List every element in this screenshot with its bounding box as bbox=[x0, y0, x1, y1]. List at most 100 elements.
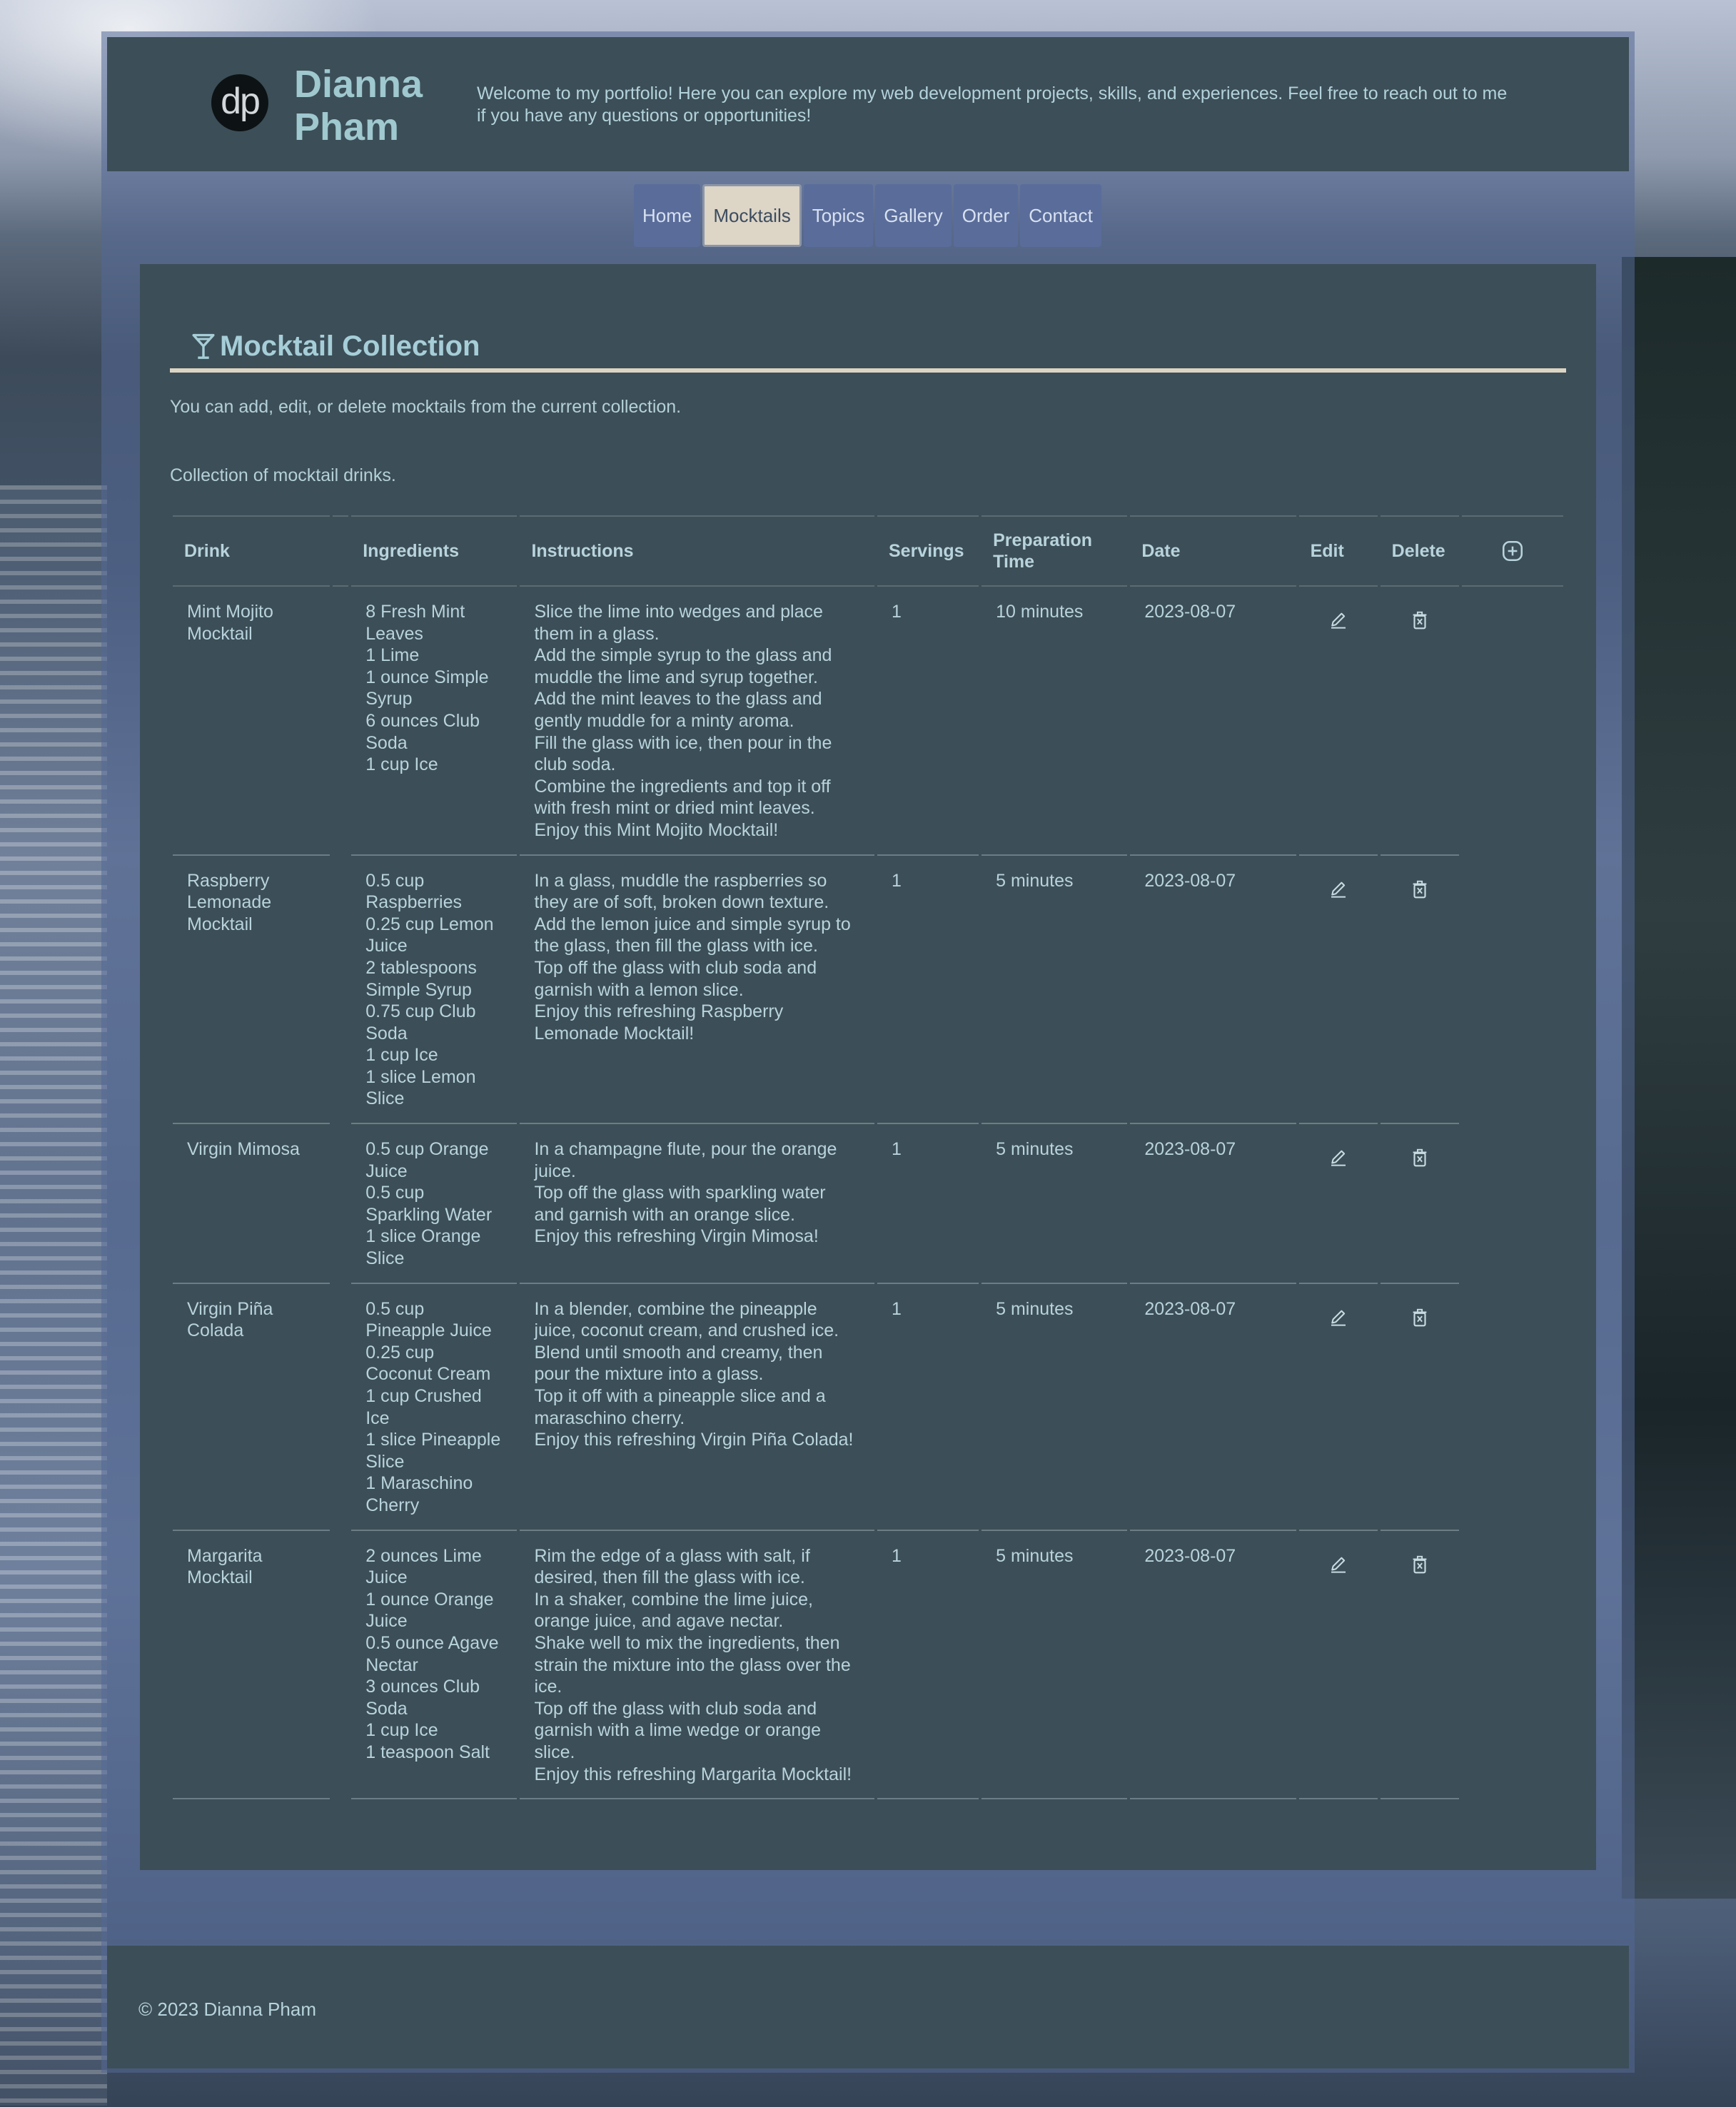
cell-servings: 1 bbox=[877, 1284, 979, 1531]
ingredient-item: 1 Maraschino Cherry bbox=[365, 1473, 473, 1515]
nav-mocktails[interactable]: Mocktails bbox=[702, 184, 802, 247]
trash-icon[interactable] bbox=[1409, 879, 1430, 900]
trash-icon[interactable] bbox=[1409, 1554, 1430, 1575]
ingredient-item: 1 cup Ice bbox=[365, 754, 438, 775]
ingredient-item: 1 cup Crushed Ice bbox=[365, 1386, 482, 1428]
table-header-row: Drink Ingredients Instructions Servings … bbox=[173, 515, 1563, 587]
ingredient-item: 1 cup Ice bbox=[365, 1720, 438, 1741]
cell-edit bbox=[1298, 1531, 1378, 1800]
cell-delete bbox=[1380, 1284, 1459, 1531]
cell-spacer bbox=[333, 1124, 348, 1284]
cocktail-glass-icon bbox=[192, 333, 215, 359]
instruction-step: In a glass, muddle the raspberries so th… bbox=[534, 870, 829, 913]
add-mocktail-button[interactable] bbox=[1500, 539, 1525, 563]
ingredient-item: 2 tablespoons Simple Syrup bbox=[365, 957, 477, 1000]
instruction-step: Slice the lime into wedges and place the… bbox=[534, 602, 823, 644]
nav-topics[interactable]: Topics bbox=[803, 184, 874, 247]
header-drink: Drink bbox=[173, 515, 330, 587]
cell-spacer bbox=[333, 856, 348, 1125]
trash-icon[interactable] bbox=[1409, 1147, 1430, 1168]
cell-blank bbox=[1462, 587, 1563, 856]
ingredient-item: 0.5 cup Sparkling Water bbox=[365, 1183, 493, 1225]
instruction-step: In a champagne flute, pour the orange ju… bbox=[534, 1139, 837, 1181]
instruction-step: Enjoy this refreshing Virgin Piña Colada… bbox=[534, 1430, 854, 1450]
cell-drink: Virgin Mimosa bbox=[173, 1124, 330, 1284]
table-body: Mint Mojito Mocktail 8 Fresh Mint Leaves 1… bbox=[173, 587, 1563, 1800]
instruction-step: Add the simple syrup to the glass and mu… bbox=[534, 645, 832, 687]
cell-instructions: In a blender, combine the pineapple juic… bbox=[520, 1284, 874, 1531]
table-row: Mint Mojito Mocktail 8 Fresh Mint Leaves 1… bbox=[173, 587, 1563, 856]
cell-edit bbox=[1298, 1284, 1378, 1531]
cell-date: 2023-08-07 bbox=[1130, 587, 1296, 856]
nav-contact[interactable]: Contact bbox=[1020, 184, 1101, 247]
header-ingredients: Ingredients bbox=[351, 515, 518, 587]
nav-gallery[interactable]: Gallery bbox=[875, 184, 952, 247]
ingredient-item: 6 ounces Club Soda bbox=[365, 710, 480, 753]
cell-instructions: Rim the edge of a glass with salt, if de… bbox=[520, 1531, 874, 1800]
ingredient-item: 1 ounce Simple Syrup bbox=[365, 667, 489, 709]
cell-edit bbox=[1298, 587, 1378, 856]
ingredient-item: 0.5 cup Raspberries bbox=[365, 870, 463, 913]
edit-icon[interactable] bbox=[1328, 1307, 1349, 1328]
cell-spacer bbox=[333, 1284, 348, 1531]
cell-ingredients: 0.5 cup Raspberries 0.25 cup Lemon Juice 2… bbox=[351, 856, 518, 1125]
edit-icon[interactable] bbox=[1328, 879, 1349, 900]
instruction-step: Shake well to mix the ingredients, then … bbox=[534, 1632, 851, 1697]
instruction-step: Add the lemon juice and simple syrup to … bbox=[534, 914, 851, 956]
background-water bbox=[0, 485, 107, 2106]
logo[interactable]: dp bbox=[211, 74, 268, 131]
cell-ingredients: 2 ounces Lime Juice 1 ounce Orange Juice 0… bbox=[351, 1531, 518, 1800]
ingredient-item: 8 Fresh Mint Leaves bbox=[365, 602, 465, 644]
instruction-step: Top off the glass with sparkling water a… bbox=[534, 1183, 826, 1225]
instruction-step: Top it off with a pineapple slice and a … bbox=[534, 1386, 826, 1428]
cell-ingredients: 0.5 cup Pineapple Juice 0.25 cup Coconut … bbox=[351, 1284, 518, 1531]
instruction-step: Add the mint leaves to the glass and gen… bbox=[534, 689, 822, 731]
cell-prep-time: 5 minutes bbox=[981, 1531, 1128, 1800]
cell-prep-time: 5 minutes bbox=[981, 1284, 1128, 1531]
ingredient-item: 1 slice Lemon Slice bbox=[365, 1066, 476, 1109]
ingredient-item: 2 ounces Lime Juice bbox=[365, 1545, 482, 1588]
cell-servings: 1 bbox=[877, 856, 979, 1125]
cell-drink: Virgin Piña Colada bbox=[173, 1284, 330, 1531]
ingredient-item: 0.5 cup Orange Juice bbox=[365, 1139, 489, 1181]
nav-home[interactable]: Home bbox=[634, 184, 701, 247]
instruction-step: Rim the edge of a glass with salt, if de… bbox=[534, 1545, 810, 1588]
instruction-step: In a blender, combine the pineapple juic… bbox=[534, 1298, 839, 1341]
edit-icon[interactable] bbox=[1328, 1147, 1349, 1168]
trash-icon[interactable] bbox=[1409, 1307, 1430, 1328]
header-instructions: Instructions bbox=[520, 515, 874, 587]
header-edit: Edit bbox=[1298, 515, 1378, 587]
trash-icon[interactable] bbox=[1409, 610, 1430, 631]
cell-servings: 1 bbox=[877, 587, 979, 856]
ingredient-item: 1 ounce Orange Juice bbox=[365, 1589, 494, 1632]
section-intro: You can add, edit, or delete mocktails f… bbox=[170, 397, 682, 417]
ingredient-item: 0.75 cup Club Soda bbox=[365, 1001, 476, 1044]
ingredient-item: 1 cup Ice bbox=[365, 1045, 438, 1066]
welcome-message: Welcome to my portfolio! Here you can ex… bbox=[477, 84, 1508, 126]
header-servings: Servings bbox=[877, 515, 979, 587]
cell-delete bbox=[1380, 856, 1459, 1125]
nav-order[interactable]: Order bbox=[953, 184, 1019, 247]
cell-date: 2023-08-07 bbox=[1130, 1124, 1296, 1284]
site-header: dp Dianna Pham Welcome to my portfolio! … bbox=[107, 37, 1629, 171]
name-first: Dianna bbox=[294, 63, 423, 106]
cell-drink: Margarita Mocktail bbox=[173, 1531, 330, 1800]
edit-icon[interactable] bbox=[1328, 610, 1349, 631]
instruction-step: Enjoy this Mint Mojito Mocktail! bbox=[534, 819, 779, 840]
header-spacer bbox=[333, 515, 349, 587]
table-row: Raspberry Lemonade Mocktail 0.5 cup Raspb… bbox=[173, 856, 1563, 1125]
title-divider bbox=[170, 368, 1566, 373]
edit-icon[interactable] bbox=[1328, 1554, 1349, 1575]
ingredient-item: 1 slice Orange Slice bbox=[365, 1226, 481, 1269]
table-row: Virgin Piña Colada 0.5 cup Pineapple Juic… bbox=[173, 1284, 1563, 1531]
instruction-step: Top off the glass with club soda and gar… bbox=[534, 1698, 822, 1762]
site-owner-name: Dianna Pham bbox=[294, 63, 437, 148]
cell-blank bbox=[1462, 1531, 1563, 1800]
main-nav: Home Mocktails Topics Gallery Order Cont… bbox=[634, 184, 1101, 247]
instruction-step: Enjoy this refreshing Margarita Mocktail… bbox=[534, 1764, 852, 1784]
ingredient-item: 0.25 cup Coconut Cream bbox=[365, 1342, 491, 1385]
instruction-step: Blend until smooth and creamy, then pour… bbox=[534, 1342, 823, 1385]
cell-date: 2023-08-07 bbox=[1130, 856, 1296, 1125]
copyright-text: © 2023 Dianna Pham bbox=[138, 1999, 316, 2020]
name-last: Pham bbox=[294, 106, 400, 148]
